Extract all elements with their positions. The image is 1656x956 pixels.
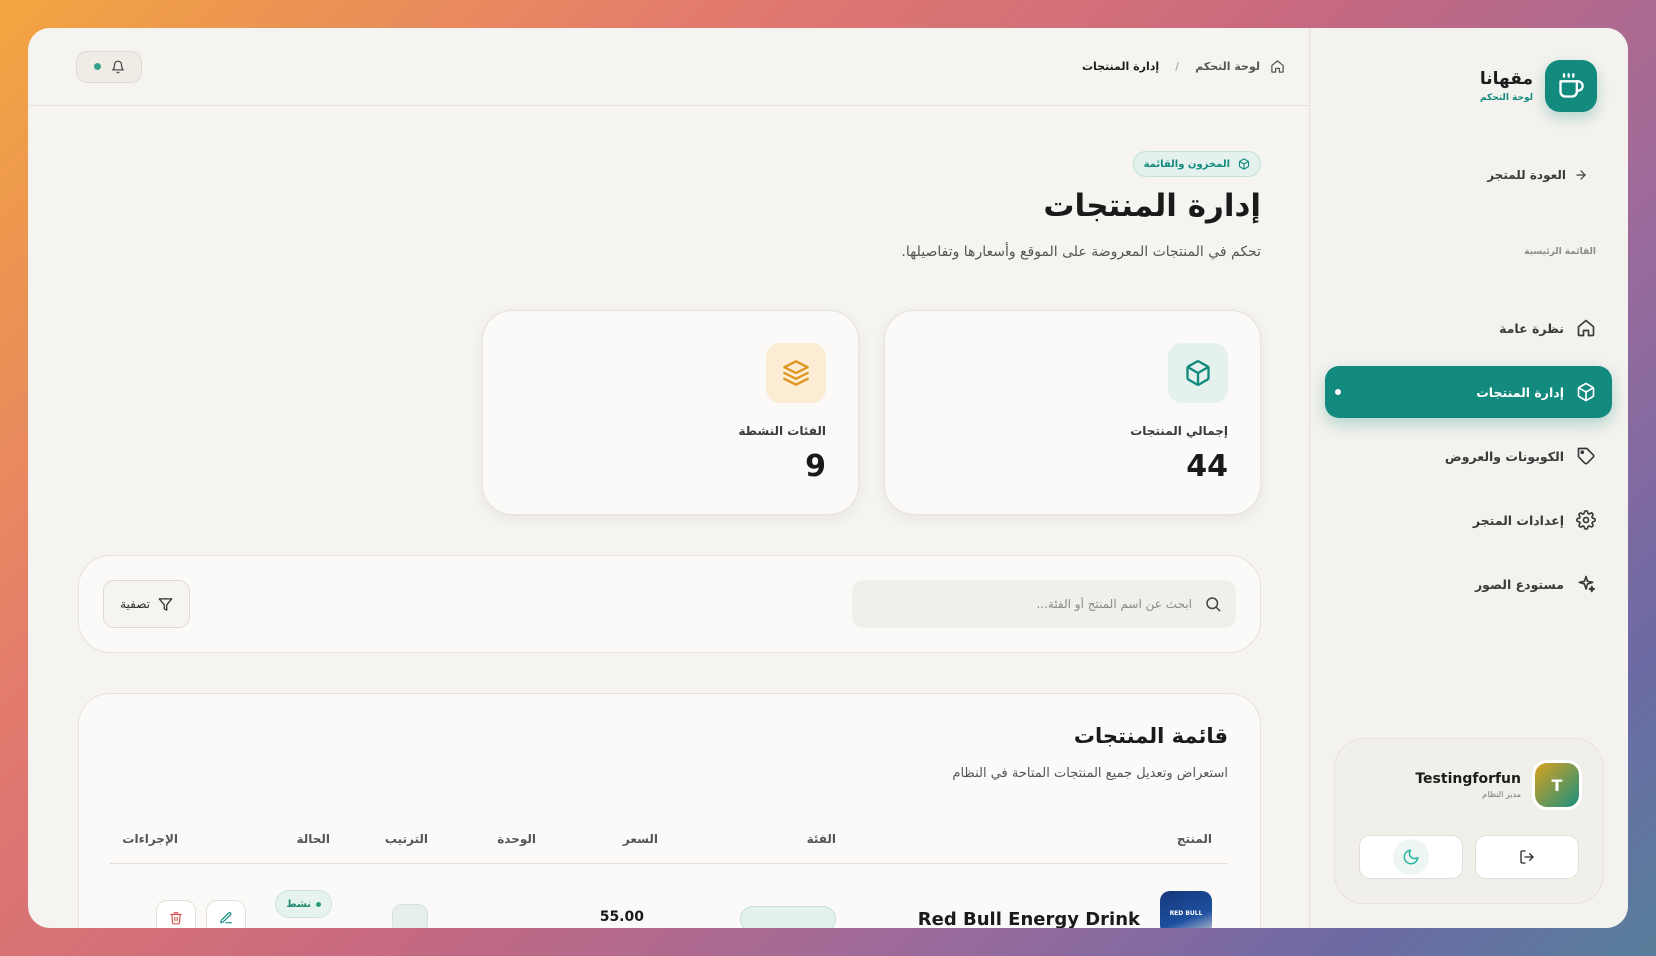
section-badge-label: المخزون والقائمة [1143,158,1230,170]
box-icon [1238,158,1250,170]
box-icon [1577,382,1595,402]
page-title: إدارة المنتجات [1043,188,1261,224]
filter-bar: تصفية [78,555,1261,653]
product-name: Red Bull Energy Drink [917,909,1140,928]
stat-card-active-categories: الفئات النشطة 9 [482,310,859,515]
stats-row: إجمالي المنتجات 44 الفئات النشطة 9 [482,310,1261,515]
sidebar-item-label: إعدادات المتجر [1472,512,1564,528]
arrow-right-icon [1576,170,1586,180]
gear-icon [1576,510,1596,530]
column-header-order[interactable]: الترتيب [385,832,428,846]
logout-button[interactable] [1475,835,1579,879]
sidebar-item-store-settings[interactable]: إعدادات المتجر [1325,494,1612,546]
user-role: مدير النظام [1482,790,1521,799]
stat-label: الفئات النشطة [738,424,826,438]
column-header-status[interactable]: الحالة [296,832,330,846]
home-icon[interactable] [1270,59,1285,74]
active-indicator-dot [1335,389,1341,395]
sidebar: مقهانا لوحة التحكم العودة للمتجر القائمة… [1309,28,1628,928]
home-icon [1577,319,1595,337]
page-description: تحكم في المنتجات المعروضة على الموقع وأس… [901,244,1261,260]
filter-label: تصفية [120,597,150,611]
brand[interactable]: مقهانا لوحة التحكم [1480,60,1597,112]
column-header-price[interactable]: السعر [623,832,658,846]
column-header-unit[interactable]: الوحدة [497,832,536,846]
table-title: قائمة المنتجات [1073,724,1228,748]
edit-icon [220,912,232,924]
sidebar-section-label: القائمة الرئيسية [1524,247,1596,257]
brand-subtitle: لوحة التحكم [1479,93,1533,103]
sidebar-item-products[interactable]: إدارة المنتجات [1325,366,1612,418]
theme-toggle-button[interactable] [1359,835,1463,879]
stat-value: 9 [805,449,826,484]
product-thumbnail-label: RED BULL [1169,909,1203,917]
sidebar-item-label: الكوبونات والعروض [1444,448,1564,464]
edit-button[interactable] [206,900,246,928]
breadcrumb-separator: / [1175,60,1180,73]
top-bar: لوحة التحكم / إدارة المنتجات [28,28,1309,106]
delete-button[interactable] [156,900,196,928]
avatar[interactable]: T [1535,763,1579,807]
notification-dot [93,63,101,70]
stat-value: 44 [1186,449,1228,484]
sidebar-item-overview[interactable]: نظرة عامة [1325,302,1612,354]
table-subtitle: استعراض وتعديل جميع المنتجات المتاحة في … [952,766,1228,781]
table-header: المنتج الفئة السعر الوحدة الترتيب الحالة… [110,820,1228,864]
filter-button[interactable]: تصفية [103,580,190,628]
bell-icon [111,60,124,73]
moon-icon [1403,849,1419,865]
column-header-product[interactable]: المنتج [1177,832,1212,846]
notifications-button[interactable] [76,50,142,83]
status-badge[interactable]: نشط [275,890,332,918]
breadcrumb-home[interactable]: لوحة التحكم [1195,60,1260,73]
status-label: نشط [286,898,311,910]
back-to-store-link[interactable]: العودة للمتجر [1487,168,1588,182]
search-box [852,580,1236,628]
section-badge: المخزون والقائمة [1132,151,1261,177]
user-name: Testingforfun [1415,771,1521,787]
layers-icon [766,343,826,403]
trash-icon [170,912,182,925]
search-input[interactable] [866,597,1192,611]
stat-card-total-products: إجمالي المنتجات 44 [884,310,1261,515]
brand-name: مقهانا [1479,69,1533,89]
column-header-actions: الإجراءات [122,832,178,846]
status-dot [316,901,321,907]
product-thumbnail: RED BULL [1160,891,1212,928]
box-icon [1168,343,1228,403]
logout-icon [1520,850,1534,864]
sidebar-item-label: نظرة عامة [1499,320,1564,336]
table-row[interactable]: RED BULL Red Bull Energy Drink 55.00 نشط [110,890,1228,928]
back-to-store-label: العودة للمتجر [1487,168,1566,182]
sidebar-item-label: إدارة المنتجات [1476,384,1564,400]
category-pill [740,906,836,928]
column-header-category[interactable]: الفئة [807,832,836,846]
breadcrumb-current: إدارة المنتجات [1081,60,1160,73]
filter-icon [158,597,173,611]
products-table-card: قائمة المنتجات استعراض وتعديل جميع المنت… [78,693,1261,928]
sidebar-item-coupons[interactable]: الكوبونات والعروض [1325,430,1612,482]
tag-icon [1577,447,1595,465]
coffee-cup-icon [1545,60,1597,112]
sparkles-icon [1578,575,1596,593]
app-window: مقهانا لوحة التحكم العودة للمتجر القائمة… [28,28,1628,928]
main-content: لوحة التحكم / إدارة المنتجات المخزون وال… [28,28,1309,928]
search-icon [1206,597,1221,612]
order-pill [392,904,428,928]
breadcrumb: لوحة التحكم / إدارة المنتجات [1082,59,1285,74]
product-price: 55.00 [599,909,644,925]
sidebar-item-media-library[interactable]: مستودع الصور [1325,558,1612,610]
stat-label: إجمالي المنتجات [1130,424,1228,438]
user-card: T Testingforfun مدير النظام [1334,738,1604,904]
sidebar-nav: نظرة عامة إدارة المنتجات الكوبونات والعر… [1325,302,1612,622]
sidebar-item-label: مستودع الصور [1474,576,1564,592]
